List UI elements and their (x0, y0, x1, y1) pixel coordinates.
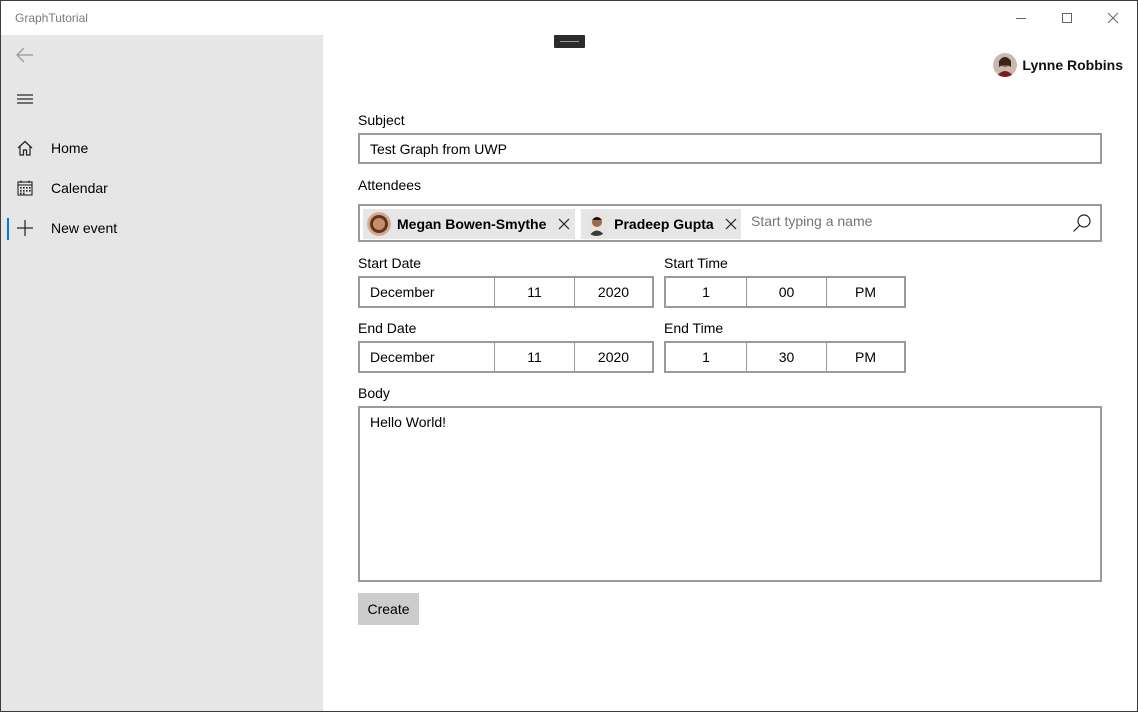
start-minute[interactable]: 00 (746, 278, 826, 306)
minimize-button[interactable] (998, 1, 1044, 35)
minimize-icon (1016, 18, 1026, 19)
start-hour[interactable]: 1 (666, 278, 746, 306)
search-icon[interactable] (1070, 211, 1094, 235)
end-minute[interactable]: 30 (746, 343, 826, 371)
start-date-picker[interactable]: December 11 2020 (358, 276, 654, 308)
start-month[interactable]: December (360, 278, 494, 306)
title-bar: GraphTutorial (1, 1, 1137, 35)
start-period[interactable]: PM (826, 278, 904, 306)
end-period[interactable]: PM (826, 343, 904, 371)
end-day[interactable]: 11 (494, 343, 574, 371)
app-title: GraphTutorial (15, 11, 88, 25)
user-name: Lynne Robbins (1022, 57, 1123, 73)
end-date-label: End Date (358, 320, 417, 336)
start-year[interactable]: 2020 (574, 278, 652, 306)
start-time-picker[interactable]: 1 00 PM (664, 276, 906, 308)
attendee-search-input[interactable] (751, 213, 1051, 229)
user-profile[interactable]: Lynne Robbins (993, 53, 1123, 77)
attendee-token[interactable]: Pradeep Gupta (581, 209, 741, 239)
close-icon (725, 218, 737, 230)
menu-toggle-button[interactable] (1, 79, 49, 119)
attendees-picker[interactable]: Megan Bowen-Smythe Pradeep Gupta (358, 204, 1102, 242)
main-content: Lynne Robbins Subject Test Graph from UW… (323, 35, 1137, 711)
selection-indicator (7, 218, 9, 240)
user-avatar (993, 53, 1018, 77)
maximize-icon (1062, 13, 1072, 23)
sidebar-item-calendar[interactable]: Calendar (1, 168, 323, 208)
home-icon (1, 128, 49, 168)
start-date-label: Start Date (358, 255, 422, 271)
close-icon (1107, 12, 1119, 24)
app-window: GraphTutorial Home Calendar New event Ly… (0, 0, 1138, 712)
sidebar-item-label: New event (51, 220, 118, 236)
attendee-avatar (367, 212, 391, 236)
calendar-icon (1, 168, 49, 208)
attendee-avatar (585, 212, 609, 236)
attendees-label: Attendees (358, 177, 422, 193)
end-time-picker[interactable]: 1 30 PM (664, 341, 906, 373)
end-month[interactable]: December (360, 343, 494, 371)
progress-indicator (554, 35, 585, 48)
back-arrow-icon (16, 47, 33, 63)
attendee-name: Megan Bowen-Smythe (397, 216, 547, 232)
body-textarea[interactable]: Hello World! (358, 406, 1102, 582)
body-label: Body (358, 385, 390, 401)
close-button[interactable] (1090, 1, 1136, 35)
sidebar-item-label: Home (51, 140, 89, 156)
end-time-label: End Time (664, 320, 724, 336)
end-hour[interactable]: 1 (666, 343, 746, 371)
attendee-token[interactable]: Megan Bowen-Smythe (363, 209, 575, 239)
maximize-button[interactable] (1044, 1, 1090, 35)
create-button[interactable]: Create (358, 593, 419, 625)
navigation-pane: Home Calendar New event (1, 35, 323, 711)
subject-label: Subject (358, 112, 405, 128)
sidebar-item-home[interactable]: Home (1, 128, 323, 168)
subject-input[interactable]: Test Graph from UWP (358, 133, 1102, 164)
close-icon (558, 218, 570, 230)
back-button[interactable] (1, 35, 49, 75)
remove-attendee-button[interactable] (554, 214, 574, 234)
end-year[interactable]: 2020 (574, 343, 652, 371)
hamburger-icon (17, 94, 33, 104)
end-date-picker[interactable]: December 11 2020 (358, 341, 654, 373)
start-day[interactable]: 11 (494, 278, 574, 306)
start-time-label: Start Time (664, 255, 728, 271)
sidebar-item-new-event[interactable]: New event (1, 208, 323, 248)
remove-attendee-button[interactable] (722, 214, 741, 234)
sidebar-item-label: Calendar (51, 180, 108, 196)
attendee-name: Pradeep Gupta (614, 216, 714, 232)
